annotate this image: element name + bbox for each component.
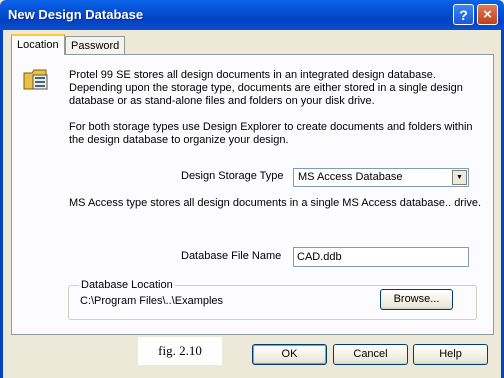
chevron-down-icon[interactable]: ▼ xyxy=(452,170,467,185)
close-button[interactable]: × xyxy=(477,4,498,25)
title-bar: New Design Database ? × xyxy=(0,0,504,30)
file-name-value: CAD.ddb xyxy=(297,251,342,263)
database-location-label: Database Location xyxy=(79,279,175,291)
tab-password[interactable]: Password xyxy=(65,36,126,55)
ok-button[interactable]: OK xyxy=(252,344,327,365)
help-button[interactable]: Help xyxy=(413,344,488,365)
cancel-button[interactable]: Cancel xyxy=(333,344,408,365)
database-folder-icon xyxy=(23,69,48,90)
file-name-input[interactable]: CAD.ddb xyxy=(293,247,469,267)
tab-location[interactable]: Location xyxy=(11,34,65,55)
browse-button[interactable]: Browse... xyxy=(380,289,453,310)
explorer-note-text: For both storage types use Design Explor… xyxy=(69,121,473,146)
figure-caption: fig. 2.10 xyxy=(138,337,222,365)
window-frame-left xyxy=(0,30,3,378)
window-title: New Design Database xyxy=(8,7,144,22)
storage-description-text: MS Access type stores all design documen… xyxy=(69,197,482,209)
storage-type-label: Design Storage Type xyxy=(181,170,284,182)
title-help-button[interactable]: ? xyxy=(453,4,474,25)
file-name-label: Database File Name xyxy=(181,250,282,262)
storage-type-value: MS Access Database xyxy=(298,171,403,183)
storage-type-select[interactable]: MS Access Database ▼ xyxy=(293,168,469,187)
location-path: C:\Program Files\..\Examples xyxy=(80,295,224,307)
intro-text: Protel 99 SE stores all design documents… xyxy=(69,69,463,107)
